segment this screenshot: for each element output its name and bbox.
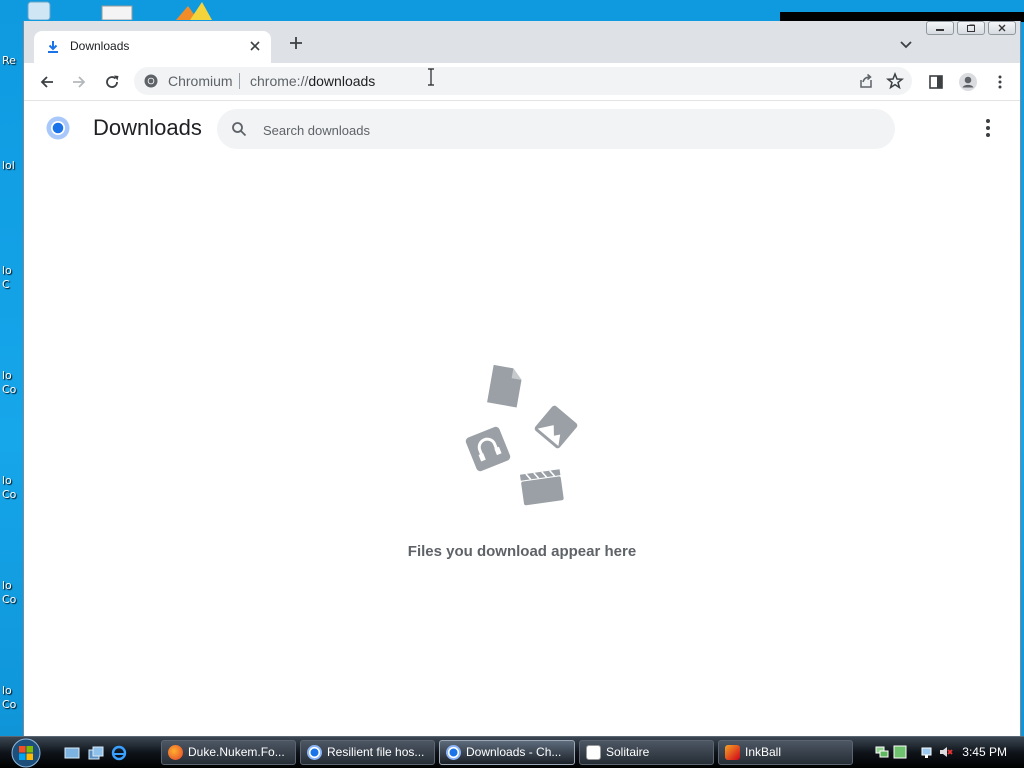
system-tray: 3:45 PM	[869, 737, 1024, 768]
start-button[interactable]	[8, 738, 44, 768]
task-label: Solitaire	[606, 745, 650, 759]
network-icon[interactable]	[875, 745, 889, 759]
minimize-button[interactable]	[926, 21, 954, 35]
tray-app-icon[interactable]	[893, 745, 907, 759]
reload-button[interactable]	[102, 72, 122, 92]
taskbar: Duke.Nukem.Fo... Resilient file hos... D…	[0, 736, 1024, 768]
browser-window: Downloads Chromium chrome://downloads Do…	[23, 21, 1021, 736]
forward-arrow-icon	[73, 76, 86, 88]
search-input[interactable]	[261, 119, 865, 141]
forward-button[interactable]	[69, 72, 89, 92]
task-label: InkBall	[745, 745, 782, 759]
desktop-icon-label[interactable]: lo Co	[2, 369, 22, 397]
desktop-icon-label[interactable]: lo Co	[2, 474, 22, 502]
tab-title: Downloads	[70, 39, 130, 53]
document-icon	[487, 364, 522, 408]
internet-explorer-icon[interactable]	[111, 745, 127, 761]
search-box[interactable]	[217, 109, 895, 149]
recycle-bin-icon[interactable]	[22, 0, 56, 21]
desktop-icon-label[interactable]: lo Co	[2, 684, 22, 712]
task-label: Downloads - Ch...	[466, 745, 562, 759]
clock[interactable]: 3:45 PM	[962, 745, 1007, 759]
reload-icon	[106, 75, 119, 88]
new-tab-button[interactable]	[286, 34, 306, 54]
maximize-button[interactable]	[957, 21, 985, 35]
download-icon	[48, 41, 58, 53]
desktop-icon-label[interactable]: lo Co	[2, 579, 22, 607]
task-label: Resilient file hos...	[327, 745, 425, 759]
volume-muted-icon[interactable]	[939, 745, 953, 759]
side-panel-icon	[929, 75, 943, 89]
network-connection-icon[interactable]	[921, 745, 935, 759]
back-arrow-icon	[40, 76, 53, 88]
dot-icon	[986, 133, 990, 137]
profile-button[interactable]	[958, 72, 978, 92]
taskbar-task-active[interactable]: Downloads - Ch...	[439, 740, 575, 765]
desktop-icon-label[interactable]: Re	[2, 54, 22, 68]
empty-state-message: Files you download appear here	[407, 543, 637, 560]
page-title: Downloads	[93, 115, 202, 140]
show-desktop-icon[interactable]	[64, 745, 80, 761]
tab-strip: Downloads	[24, 21, 1020, 63]
url-host: downloads	[308, 73, 376, 89]
site-chip: Chromium	[168, 73, 233, 89]
close-window-button[interactable]	[988, 21, 1016, 35]
taskbar-task[interactable]: Solitaire	[579, 740, 714, 765]
kebab-menu-icon	[998, 75, 1002, 89]
chromium-icon	[307, 745, 322, 760]
taskbar-task[interactable]: Resilient file hos...	[300, 740, 435, 765]
dot-icon	[986, 126, 990, 130]
tab-downloads[interactable]: Downloads	[34, 31, 271, 63]
notepad-icon[interactable]	[100, 0, 134, 21]
taskbar-task[interactable]: Duke.Nukem.Fo...	[161, 740, 296, 765]
bookmark-star-icon[interactable]	[886, 72, 904, 90]
firefox-icon	[168, 745, 183, 760]
inkball-icon	[725, 745, 740, 760]
omnibox-separator	[239, 73, 240, 89]
url-scheme: chrome://	[250, 73, 309, 89]
image-icon	[534, 405, 578, 449]
share-icon[interactable]	[858, 73, 874, 89]
url-text: chrome://downloads	[250, 73, 375, 89]
audio-icon	[465, 426, 511, 472]
task-label: Duke.Nukem.Fo...	[188, 745, 285, 759]
empty-downloads-illustration	[465, 364, 578, 506]
folder-icon[interactable]	[172, 0, 218, 20]
window-controls	[926, 21, 1016, 35]
solitaire-icon	[586, 745, 601, 760]
text-cursor-icon	[428, 68, 434, 86]
downloads-page: Downloads Search downloads Files you dow…	[24, 101, 1020, 735]
address-bar[interactable]: Chromium chrome://downloads	[134, 67, 912, 95]
search-icon	[232, 122, 247, 137]
switch-windows-icon[interactable]	[88, 745, 104, 761]
side-panel-button[interactable]	[926, 72, 946, 92]
video-icon	[519, 469, 564, 506]
dot-icon	[986, 119, 990, 123]
browser-menu-button[interactable]	[990, 72, 1010, 92]
taskbar-task[interactable]: InkBall	[718, 740, 853, 765]
tab-close-icon[interactable]	[247, 38, 263, 54]
chromium-logo-icon	[46, 116, 70, 140]
more-actions-button[interactable]	[980, 118, 996, 138]
profile-avatar-icon	[959, 73, 977, 91]
desktop-icon-label[interactable]: lo C	[2, 264, 22, 292]
toolbar: Chromium chrome://downloads	[24, 63, 1020, 101]
chromium-icon	[144, 74, 158, 88]
desktop-icon-label[interactable]: lol	[2, 159, 22, 173]
back-button[interactable]	[37, 72, 57, 92]
chevron-down-icon[interactable]	[898, 36, 914, 52]
chromium-icon	[446, 745, 461, 760]
